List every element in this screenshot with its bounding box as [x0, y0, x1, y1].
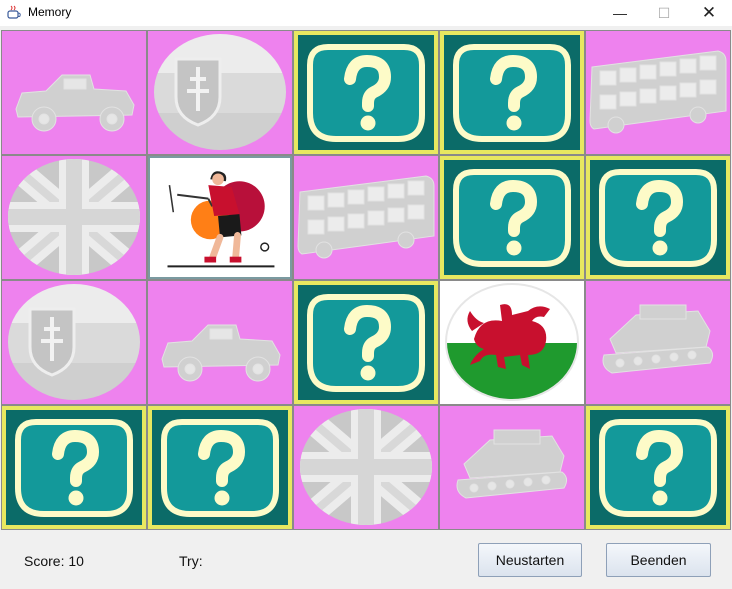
title-bar: Memory — ☐ ✕ — [0, 0, 732, 26]
score-label: Score: 10 — [24, 553, 84, 569]
hidden-card-question-icon — [294, 31, 438, 154]
matched-card-tank-icon[interactable] — [440, 406, 584, 529]
matched-card-union-jack-icon — [294, 406, 438, 529]
hidden-card-question-icon[interactable] — [586, 406, 730, 529]
quit-button[interactable]: Beenden — [606, 543, 711, 577]
hidden-card-question-icon[interactable] — [586, 156, 730, 279]
java-cup-icon — [7, 5, 21, 19]
matched-card-jeep-icon[interactable] — [148, 281, 292, 404]
hidden-card-question-icon — [294, 281, 438, 404]
revealed-card-golfer-icon — [150, 158, 290, 277]
hidden-card-question-icon[interactable] — [294, 31, 438, 154]
memory-board — [1, 30, 731, 530]
matched-card-union-jack-icon — [2, 156, 146, 279]
matched-card-tank-icon — [440, 406, 584, 529]
matched-card-tank-icon[interactable] — [586, 281, 730, 404]
revealed-card-golfer-icon[interactable] — [148, 156, 292, 279]
matched-card-union-jack-icon[interactable] — [2, 156, 146, 279]
matched-card-slovakia-flag-icon[interactable] — [148, 31, 292, 154]
matched-card-slovakia-flag-icon — [148, 31, 292, 154]
hidden-card-question-icon[interactable] — [440, 156, 584, 279]
maximize-icon[interactable]: ☐ — [641, 0, 687, 26]
hidden-card-question-icon — [148, 406, 292, 529]
restart-button[interactable]: Neustarten — [478, 543, 582, 577]
hidden-card-question-icon — [440, 31, 584, 154]
minimize-icon[interactable]: — — [597, 0, 643, 26]
matched-card-bus-icon — [586, 31, 730, 154]
matched-card-bus-icon[interactable] — [586, 31, 730, 154]
hidden-card-question-icon[interactable] — [294, 281, 438, 404]
matched-card-jeep-icon — [2, 31, 146, 154]
hidden-card-question-icon[interactable] — [148, 406, 292, 529]
close-icon[interactable]: ✕ — [686, 0, 732, 26]
matched-card-jeep-icon[interactable] — [2, 31, 146, 154]
window-title: Memory — [28, 5, 72, 19]
matched-card-slovakia-flag-icon[interactable] — [2, 281, 146, 404]
matched-card-bus-icon[interactable] — [294, 156, 438, 279]
matched-card-jeep-icon — [148, 281, 292, 404]
hidden-card-question-icon — [586, 406, 730, 529]
matched-card-tank-icon — [586, 281, 730, 404]
hidden-card-question-icon — [2, 406, 146, 529]
try-label: Try: — [179, 553, 203, 569]
hidden-card-question-icon — [586, 156, 730, 279]
matched-card-bus-icon — [294, 156, 438, 279]
hidden-card-question-icon — [440, 156, 584, 279]
hidden-card-question-icon[interactable] — [2, 406, 146, 529]
revealed-card-wales-flag-icon[interactable] — [440, 281, 584, 404]
matched-card-union-jack-icon[interactable] — [294, 406, 438, 529]
hidden-card-question-icon[interactable] — [440, 31, 584, 154]
matched-card-slovakia-flag-icon — [2, 281, 146, 404]
revealed-card-wales-flag-icon — [440, 281, 584, 404]
